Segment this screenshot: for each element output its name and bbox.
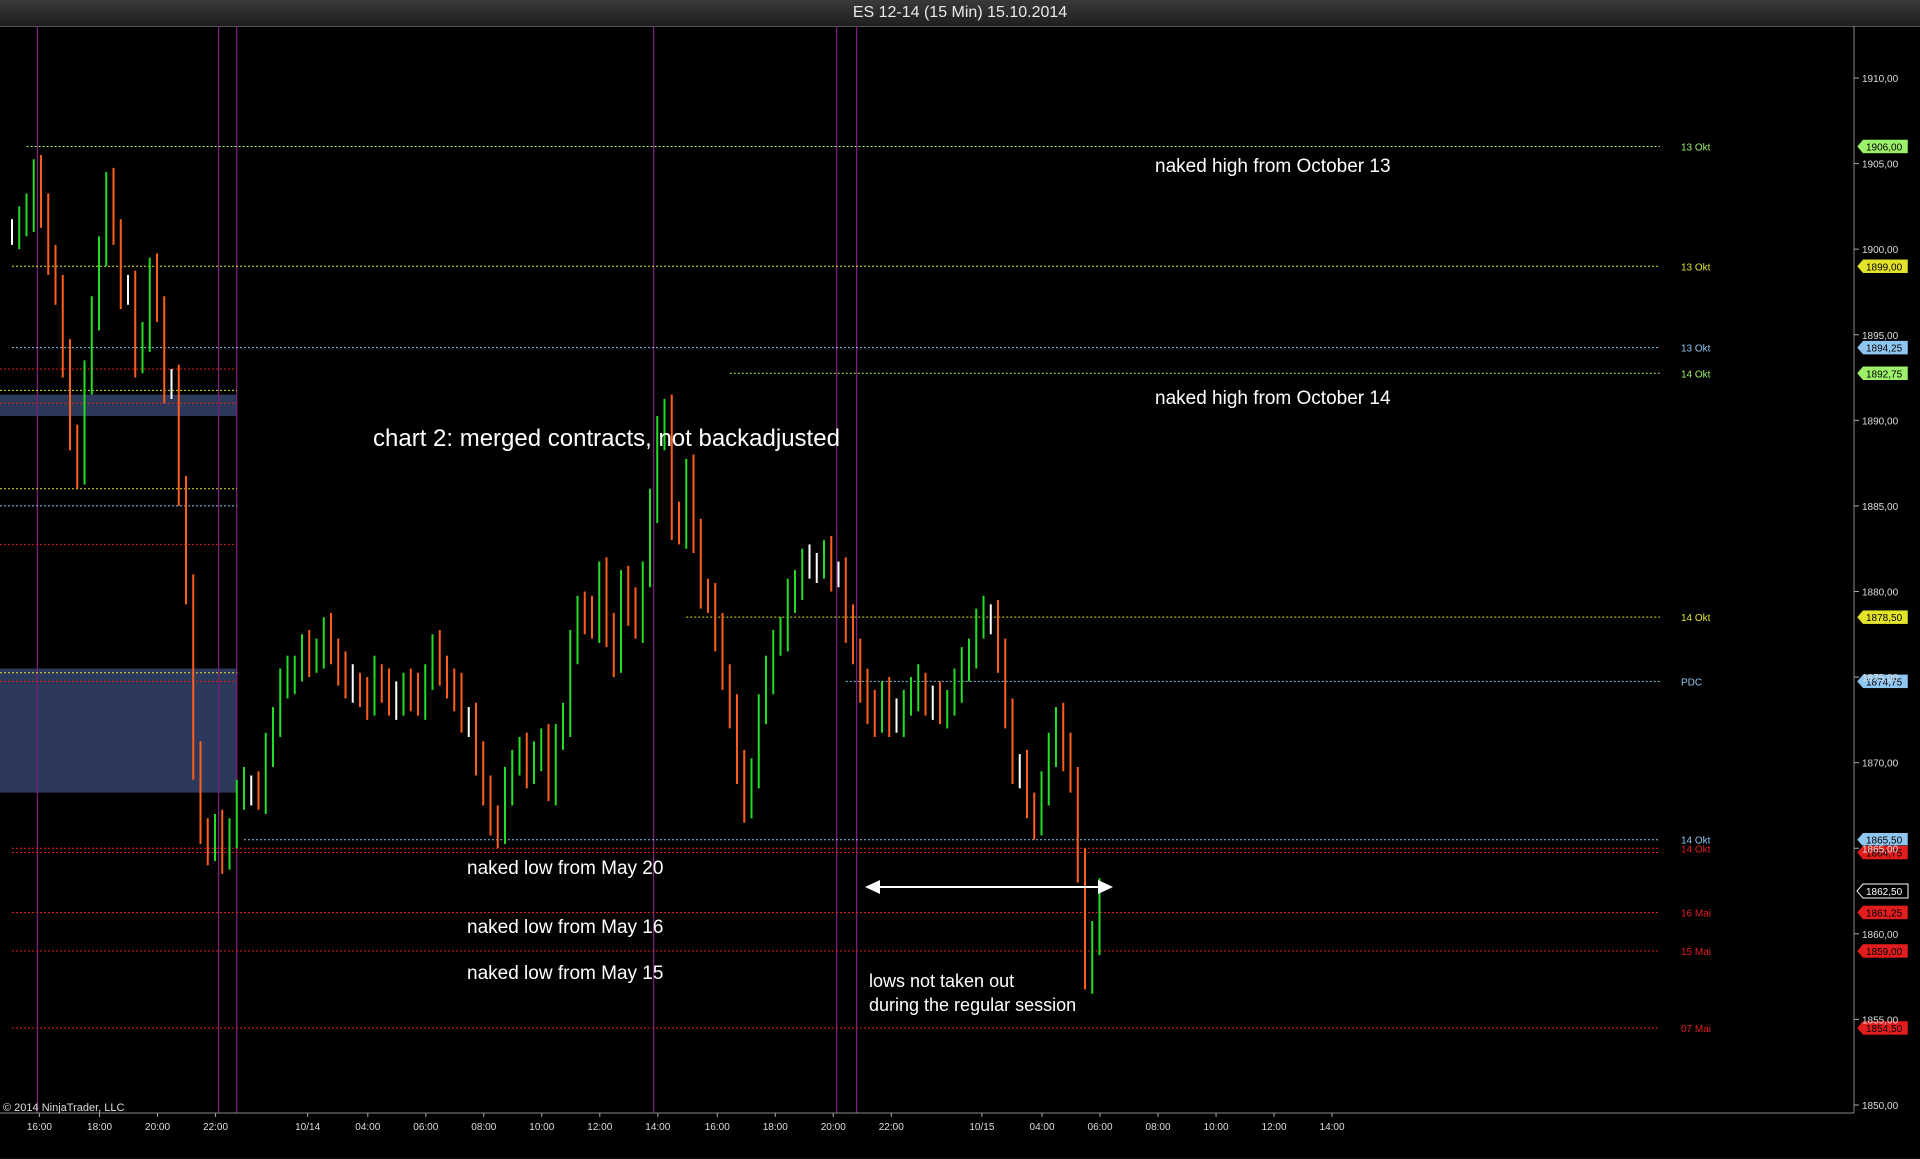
copyright-text: © 2014 NinjaTrader, LLC (3, 1102, 124, 1114)
x-tick-label: 06:00 (413, 1122, 438, 1133)
x-tick-label: 08:00 (471, 1122, 496, 1133)
annotation-naked-low-may15: naked low from May 15 (467, 963, 663, 984)
x-tick-label: 22:00 (203, 1122, 228, 1133)
level-label: 16 Mai (1681, 908, 1711, 919)
y-tick-label: 1860,00 (1862, 930, 1899, 941)
x-tick-label: 20:00 (145, 1122, 170, 1133)
y-tick-label: 1895,00 (1862, 331, 1899, 342)
x-tick-label: 08:00 (1146, 1122, 1171, 1133)
annotation-naked-high-oct13: naked high from October 13 (1155, 156, 1391, 177)
y-tick-label: 1850,00 (1862, 1101, 1899, 1112)
level-label: 13 Okt (1681, 262, 1711, 273)
level-label: 15 Mai (1681, 947, 1711, 958)
y-tick-label: 1900,00 (1862, 245, 1899, 256)
y-tick-label: 1855,00 (1862, 1015, 1899, 1026)
level-label: PDC (1681, 677, 1702, 688)
level-label: 14 Okt (1681, 369, 1711, 380)
y-tick-label: 1875,00 (1862, 673, 1899, 684)
price-tag-value: 1859,00 (1866, 947, 1903, 958)
x-tick-label: 22:00 (879, 1122, 904, 1133)
x-tick-label: 10/14 (295, 1122, 320, 1133)
annotation-lows-note-1: lows not taken out (869, 971, 1014, 991)
y-tick-label: 1880,00 (1862, 588, 1899, 599)
annotation-chart-title-note: chart 2: merged contracts, not backadjus… (373, 425, 840, 452)
price-tag-value: 1861,25 (1866, 908, 1903, 919)
price-tag-value: 1899,00 (1866, 262, 1903, 273)
price-tag-value: 1894,25 (1866, 344, 1903, 355)
x-tick-label: 14:00 (1320, 1122, 1345, 1133)
arrow-left-head (865, 880, 880, 894)
x-tick-label: 16:00 (27, 1122, 52, 1133)
x-tick-label: 10/15 (969, 1122, 994, 1133)
annotation-naked-low-may20: naked low from May 20 (467, 858, 663, 879)
x-tick-label: 16:00 (705, 1122, 730, 1133)
price-tag-value: 1892,75 (1866, 369, 1903, 380)
x-tick-label: 18:00 (763, 1122, 788, 1133)
value-area-zone (0, 394, 237, 417)
chart-window: ES 12-14 (15 Min) 15.10.2014 13 Okt 13 Ok… (0, 0, 1920, 1159)
price-chart[interactable]: 13 Okt 13 Okt 13 Okt 14 Okt 14 Okt PDC 14 Okt 1… (0, 0, 1920, 1159)
x-tick-label: 12:00 (587, 1122, 612, 1133)
x-tick-label: 18:00 (87, 1122, 112, 1133)
y-tick-label: 1910,00 (1862, 74, 1899, 85)
x-tick-label: 14:00 (645, 1122, 670, 1133)
x-tick-label: 20:00 (821, 1122, 846, 1133)
x-tick-label: 06:00 (1088, 1122, 1113, 1133)
annotation-naked-high-oct14: naked high from October 14 (1155, 388, 1391, 409)
level-label: 13 Okt (1681, 142, 1711, 153)
y-tick-label: 1890,00 (1862, 416, 1899, 427)
level-label: 14 Okt (1681, 844, 1711, 855)
price-tag-value: 1878,50 (1866, 613, 1903, 624)
y-tick-label: 1905,00 (1862, 160, 1899, 171)
x-tick-label: 04:00 (355, 1122, 380, 1133)
price-tag-value: 1906,00 (1866, 142, 1903, 153)
current-price-value: 1862,50 (1866, 887, 1903, 898)
x-tick-label: 12:00 (1262, 1122, 1287, 1133)
annotation-naked-low-may16: naked low from May 16 (467, 917, 663, 938)
x-tick-label: 10:00 (1204, 1122, 1229, 1133)
arrow-right-head (1098, 880, 1113, 894)
level-label: 14 Okt (1681, 613, 1711, 624)
level-label: 13 Okt (1681, 344, 1711, 355)
x-tick-label: 10:00 (529, 1122, 554, 1133)
y-tick-label: 1885,00 (1862, 502, 1899, 513)
y-tick-label: 1870,00 (1862, 759, 1899, 770)
y-tick-label: 1865,00 (1862, 844, 1899, 855)
level-label: 07 Mai (1681, 1024, 1711, 1035)
annotation-lows-note-2: during the regular session (869, 995, 1076, 1015)
x-tick-label: 04:00 (1030, 1122, 1055, 1133)
